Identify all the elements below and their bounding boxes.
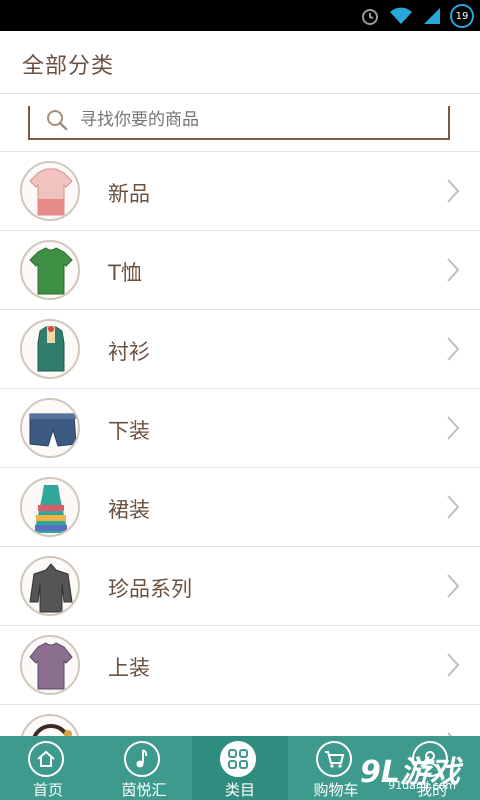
signal-icon	[422, 6, 442, 26]
green-blouse-icon	[20, 319, 80, 379]
purple-top-icon	[20, 635, 80, 695]
home-icon	[28, 741, 64, 777]
chevron-right-icon	[446, 573, 460, 603]
category-label: T恤	[108, 261, 142, 285]
chevron-right-icon	[446, 652, 460, 682]
search-box[interactable]	[28, 106, 450, 140]
category-label: 裙装	[108, 498, 150, 522]
category-list: 新品 T恤 衬衫 下装 裙装 珍品系列 上装	[0, 152, 480, 784]
chevron-right-icon	[446, 178, 460, 208]
search-bar	[0, 94, 480, 152]
search-icon[interactable]	[45, 108, 69, 136]
watermark-domain: 91danji.com	[388, 779, 456, 792]
tab-label: 茵悦汇	[121, 781, 167, 799]
wifi-icon	[388, 6, 414, 26]
tab-home[interactable]: 首页	[0, 736, 96, 800]
category-label: 上装	[108, 656, 150, 680]
grid-icon	[220, 741, 256, 777]
page-title: 全部分类	[22, 54, 115, 79]
gray-cardigan-icon	[20, 556, 80, 616]
music-note-icon	[124, 741, 160, 777]
category-label: 新品	[108, 182, 150, 206]
alarm-icon	[360, 6, 380, 26]
green-tshirt-icon	[20, 240, 80, 300]
category-label: 衬衫	[108, 340, 150, 364]
chevron-right-icon	[446, 257, 460, 287]
tab-label: 首页	[32, 781, 63, 799]
denim-shorts-icon	[20, 398, 80, 458]
status-bar: 19	[0, 0, 480, 31]
chevron-right-icon	[446, 336, 460, 366]
tab-categories[interactable]: 类目	[192, 736, 288, 800]
tab-label: 类目	[224, 781, 255, 799]
category-label: 珍品系列	[108, 577, 192, 601]
category-item-dresses[interactable]: 裙装	[0, 468, 480, 547]
category-item-tshirt[interactable]: T恤	[0, 231, 480, 310]
category-item-new[interactable]: 新品	[0, 152, 480, 231]
tab-yinyuehui[interactable]: 茵悦汇	[96, 736, 192, 800]
category-item-tops[interactable]: 上装	[0, 626, 480, 705]
category-item-bottoms[interactable]: 下装	[0, 389, 480, 468]
category-item-premium[interactable]: 珍品系列	[0, 547, 480, 626]
chevron-right-icon	[446, 494, 460, 524]
watermark: 9L游戏 91danji.com	[346, 744, 470, 794]
pink-top-icon	[20, 161, 80, 221]
header: 全部分类	[0, 31, 480, 94]
chevron-right-icon	[446, 415, 460, 445]
category-item-shirt[interactable]: 衬衫	[0, 310, 480, 389]
category-label: 下装	[108, 419, 150, 443]
patterned-dress-icon	[20, 477, 80, 537]
search-input[interactable]	[78, 108, 422, 132]
battery-icon: 19	[450, 4, 474, 28]
